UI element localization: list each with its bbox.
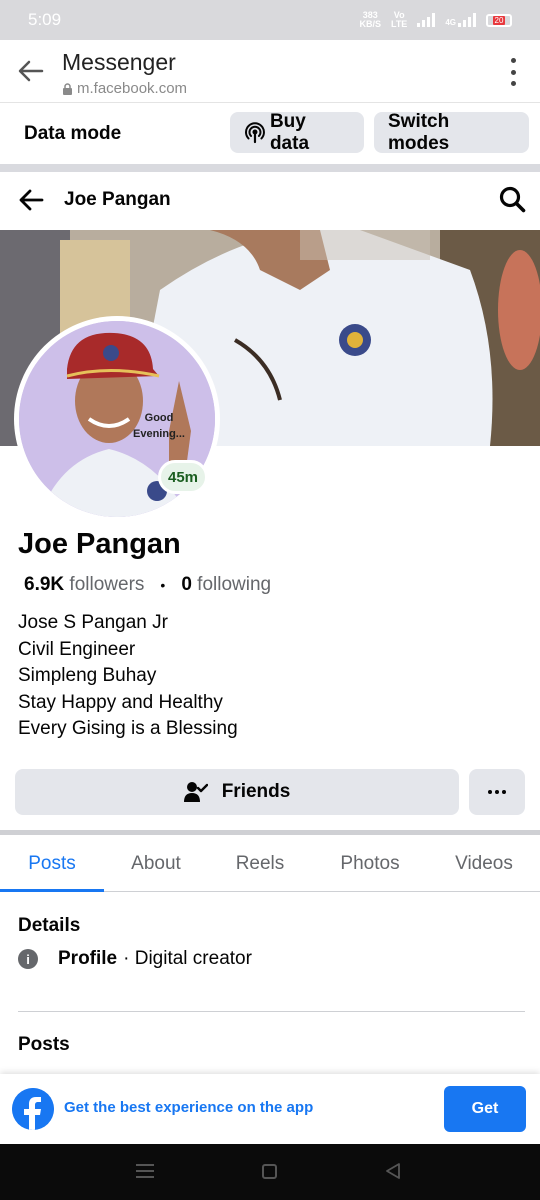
signal-icon <box>417 13 436 27</box>
system-nav-bar <box>0 1144 540 1200</box>
divider <box>18 1011 525 1012</box>
posts-heading: Posts <box>18 1034 70 1055</box>
story-age-badge: 45m <box>158 460 208 494</box>
profile-name: Joe Pangan <box>18 528 181 560</box>
back-arrow-icon[interactable] <box>14 54 48 88</box>
buy-data-button[interactable]: Buy data <box>230 111 364 154</box>
status-icons: 383 KB/S Vo LTE 4G 20 <box>359 11 512 29</box>
avatar-caption-1: Good <box>145 412 174 424</box>
status-bar: 5:09 383 KB/S Vo LTE 4G 20 <box>0 0 540 40</box>
more-vert-icon[interactable] <box>508 58 518 86</box>
bio-line: Jose S Pangan Jr <box>18 612 168 633</box>
app-install-banner: Get the best experience on the app Get <box>0 1074 540 1144</box>
battery-icon: 20 <box>486 13 512 27</box>
browser-bar: Messenger m.facebook.com <box>0 40 540 103</box>
nav-home-icon[interactable] <box>262 1164 277 1179</box>
tab-posts[interactable]: Posts <box>0 836 104 892</box>
page-title: Joe Pangan <box>64 189 171 210</box>
separator: • <box>160 577 166 593</box>
lock-icon <box>63 82 72 95</box>
status-time: 5:09 <box>28 10 62 29</box>
tab-reels[interactable]: Reels <box>208 836 312 891</box>
details-profile-row: i Profile · Digital creator <box>18 948 252 970</box>
broadcast-icon <box>245 121 265 143</box>
divider <box>0 830 540 835</box>
profile-tabs: Posts About Reels Photos Videos <box>0 836 540 892</box>
facebook-logo-icon <box>12 1088 54 1130</box>
bio-line: Simpleng Buhay <box>18 665 157 686</box>
bio-line: Stay Happy and Healthy <box>18 691 223 713</box>
get-app-button[interactable]: Get <box>444 1086 526 1132</box>
following-link[interactable]: 0 following <box>181 574 271 596</box>
data-mode-bar: Data mode Buy data Switch modes <box>0 104 540 164</box>
nav-back-icon[interactable] <box>384 1162 402 1180</box>
switch-modes-button[interactable]: Switch modes <box>374 111 529 154</box>
follow-stats: 6.9K followers • 0 following <box>24 574 271 596</box>
followers-link[interactable]: 6.9K followers <box>24 574 144 596</box>
nav-menu-icon[interactable] <box>136 1164 154 1178</box>
tab-videos[interactable]: Videos <box>428 836 540 891</box>
friends-button[interactable]: Friends <box>15 769 459 815</box>
profile-header: Joe Pangan <box>0 172 540 228</box>
network-speed: 383 KB/S <box>359 10 381 29</box>
more-horiz-icon[interactable] <box>469 769 525 815</box>
browser-title: Messenger <box>62 49 176 75</box>
signal-4g-icon: 4G <box>445 13 476 27</box>
bio: Jose S Pangan Jr Civil Engineer Simpleng… <box>18 610 238 743</box>
volte-indicator: Vo LTE <box>390 10 408 29</box>
details-profile-label: Profile <box>58 948 118 969</box>
details-heading: Details <box>18 915 81 936</box>
banner-text: Get the best experience on the app <box>64 1099 314 1116</box>
details-profile-value: · Digital creator <box>123 948 252 969</box>
info-icon: i <box>18 949 38 969</box>
browser-url[interactable]: m.facebook.com <box>62 80 187 97</box>
back-arrow-icon[interactable] <box>18 188 44 212</box>
tab-about[interactable]: About <box>104 836 208 891</box>
divider <box>0 164 540 172</box>
avatar-caption-2: Evening... <box>133 428 185 440</box>
search-icon[interactable] <box>498 185 526 213</box>
url-text: m.facebook.com <box>77 80 188 97</box>
bio-line: Civil Engineer <box>18 638 136 660</box>
tab-photos[interactable]: Photos <box>312 836 428 891</box>
data-mode-label: Data mode <box>24 123 122 144</box>
person-check-icon <box>183 782 208 802</box>
bio-line: Every Gising is a Blessing <box>18 718 238 739</box>
